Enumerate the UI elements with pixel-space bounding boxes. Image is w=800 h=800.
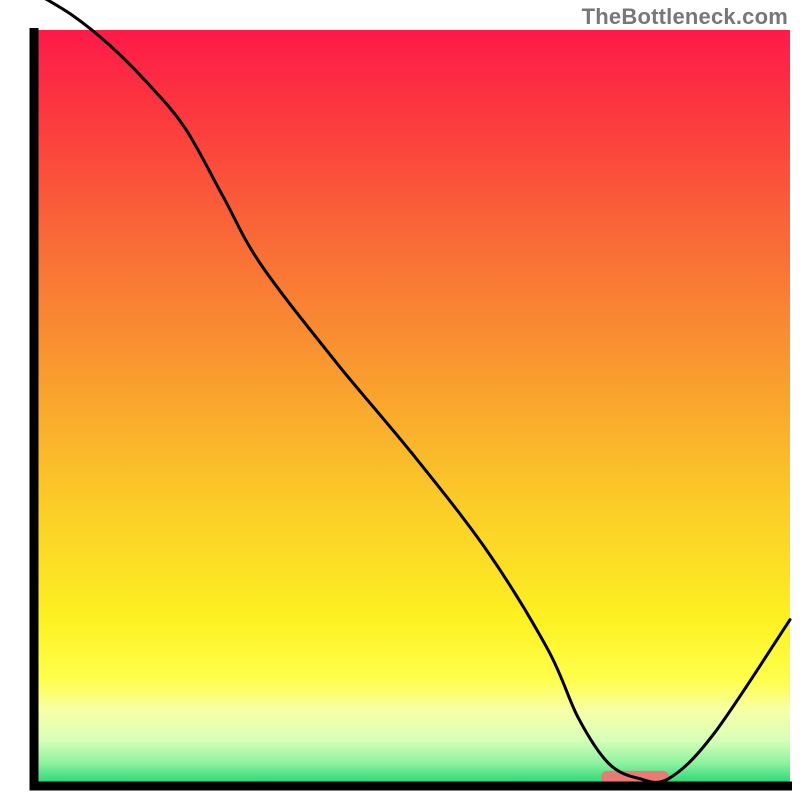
bottleneck-chart bbox=[0, 0, 800, 800]
gradient-background bbox=[34, 30, 790, 786]
chart-frame: TheBottleneck.com bbox=[0, 0, 800, 800]
watermark-text: TheBottleneck.com bbox=[582, 4, 788, 30]
